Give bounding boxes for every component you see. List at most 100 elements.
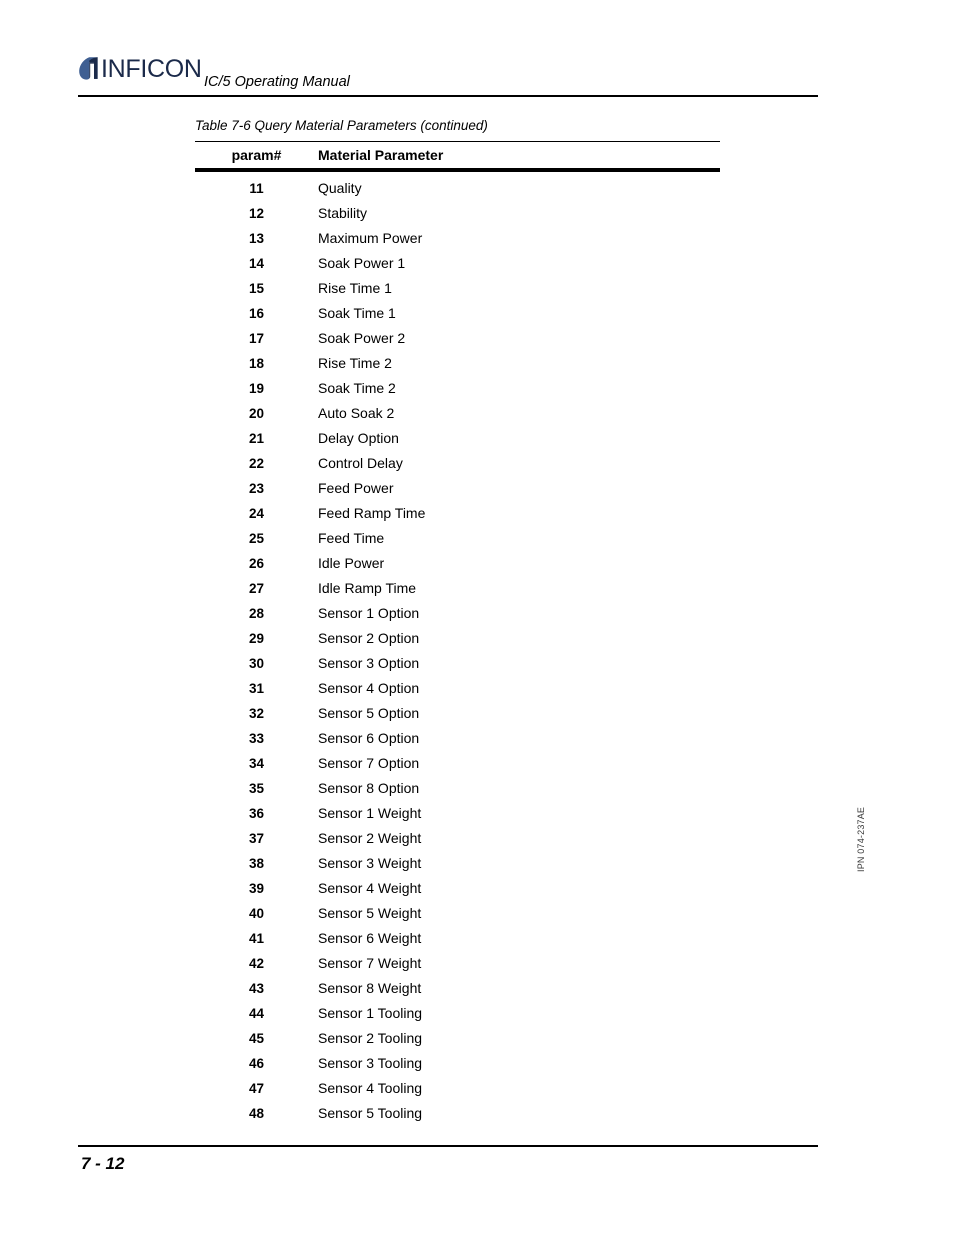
table-row: 27 Idle Ramp Time [195,576,720,601]
cell-param-num: 22 [248,455,265,471]
table-row: 22 Control Delay [195,451,720,476]
table-caption: Table 7-6 Query Material Parameters (con… [195,118,488,133]
table-row: 41 Sensor 6 Weight [195,926,720,951]
cell-param-num: 12 [248,205,265,221]
cell-material-parameter: Auto Soak 2 [318,405,395,422]
cell-material-parameter: Feed Ramp Time [318,505,426,522]
table-row: 45 Sensor 2 Tooling [195,1026,720,1051]
manual-title: IC/5 Operating Manual [204,74,350,90]
cell-material-parameter: Sensor 8 Weight [318,980,422,997]
column-header-material-parameter: Material Parameter [318,147,444,164]
cell-material-parameter: Sensor 7 Weight [318,955,422,972]
cell-material-parameter: Soak Time 2 [318,380,396,397]
cell-param-num: 26 [248,555,265,571]
inficon-logo-wordmark: INFICON [101,55,202,83]
table-row: 11 Quality [195,176,720,201]
column-header-param-num: param# [231,147,282,164]
cell-param-num: 24 [248,505,265,521]
cell-material-parameter: Stability [318,205,368,222]
cell-param-num: 15 [248,280,265,296]
table-row: 26 Idle Power [195,551,720,576]
cell-material-parameter: Rise Time 1 [318,280,392,297]
cell-material-parameter: Soak Power 1 [318,255,406,272]
table-row: 48 Sensor 5 Tooling [195,1101,720,1126]
cell-material-parameter: Soak Time 1 [318,305,396,322]
cell-material-parameter: Sensor 1 Option [318,605,420,622]
table-row: 25 Feed Time [195,526,720,551]
cell-param-num: 16 [248,305,265,321]
cell-material-parameter: Sensor 5 Tooling [318,1105,423,1122]
table-row: 40 Sensor 5 Weight [195,901,720,926]
cell-param-num: 11 [249,180,264,196]
table-row: 21 Delay Option [195,426,720,451]
cell-param-num: 41 [248,930,265,946]
cell-material-parameter: Delay Option [318,430,399,447]
cell-material-parameter: Sensor 7 Option [318,755,420,772]
footer-divider-rule [78,1145,818,1147]
cell-param-num: 33 [248,730,265,746]
table-row: 18 Rise Time 2 [195,351,720,376]
table-row: 31 Sensor 4 Option [195,676,720,701]
cell-param-num: 42 [248,955,265,971]
table-header-row: param# Material Parameter [195,142,720,168]
cell-material-parameter: Sensor 1 Tooling [318,1005,423,1022]
cell-material-parameter: Sensor 1 Weight [318,805,422,822]
table-row: 12 Stability [195,201,720,226]
cell-material-parameter: Sensor 8 Option [318,780,420,797]
table-row: 13 Maximum Power [195,226,720,251]
cell-param-num: 29 [248,630,265,646]
page-header: INFICON IC/5 Operating Manual [0,0,954,100]
cell-param-num: 38 [248,855,265,871]
cell-param-num: 45 [248,1030,265,1046]
cell-param-num: 27 [248,580,265,596]
table-row: 43 Sensor 8 Weight [195,976,720,1001]
table-row: 19 Soak Time 2 [195,376,720,401]
cell-param-num: 18 [248,355,265,371]
cell-param-num: 23 [248,480,265,496]
inficon-logo: INFICON [78,56,202,84]
table-row: 38 Sensor 3 Weight [195,851,720,876]
cell-param-num: 43 [248,980,265,996]
cell-material-parameter: Feed Power [318,480,394,497]
table-row: 35 Sensor 8 Option [195,776,720,801]
page-number: 7 - 12 [81,1154,125,1173]
table-row: 32 Sensor 5 Option [195,701,720,726]
cell-material-parameter: Sensor 5 Weight [318,905,422,922]
cell-param-num: 32 [248,705,265,721]
cell-material-parameter: Sensor 6 Option [318,730,420,747]
table-row: 44 Sensor 1 Tooling [195,1001,720,1026]
cell-material-parameter: Soak Power 2 [318,330,406,347]
cell-material-parameter: Sensor 3 Tooling [318,1055,423,1072]
inficon-droplet-logo-icon [79,57,98,80]
table-row: 24 Feed Ramp Time [195,501,720,526]
cell-param-num: 40 [248,905,265,921]
query-material-parameters-table: Table 7-6 Query Material Parameters (con… [195,118,720,1126]
table-row: 23 Feed Power [195,476,720,501]
cell-material-parameter: Sensor 3 Weight [318,855,422,872]
cell-material-parameter: Sensor 3 Option [318,655,420,672]
cell-param-num: 13 [248,230,265,246]
document-part-code: IPN 074-237AE [856,806,866,872]
cell-param-num: 31 [248,680,265,696]
cell-param-num: 17 [248,330,265,346]
cell-material-parameter: Sensor 6 Weight [318,930,422,947]
cell-param-num: 47 [248,1080,265,1096]
table-row: 17 Soak Power 2 [195,326,720,351]
cell-param-num: 20 [248,405,265,421]
table-row: 42 Sensor 7 Weight [195,951,720,976]
cell-material-parameter: Idle Ramp Time [318,580,417,597]
cell-param-num: 35 [248,780,265,796]
cell-param-num: 37 [248,830,265,846]
table-row: 16 Soak Time 1 [195,301,720,326]
table-row: 46 Sensor 3 Tooling [195,1051,720,1076]
table-row: 30 Sensor 3 Option [195,651,720,676]
cell-param-num: 39 [248,880,265,896]
cell-material-parameter: Rise Time 2 [318,355,392,372]
cell-param-num: 46 [248,1055,265,1071]
cell-material-parameter: Sensor 2 Tooling [318,1030,423,1047]
table-row: 37 Sensor 2 Weight [195,826,720,851]
cell-material-parameter: Sensor 2 Option [318,630,420,647]
cell-param-num: 28 [248,605,265,621]
cell-material-parameter: Maximum Power [318,230,423,247]
table-row: 14 Soak Power 1 [195,251,720,276]
